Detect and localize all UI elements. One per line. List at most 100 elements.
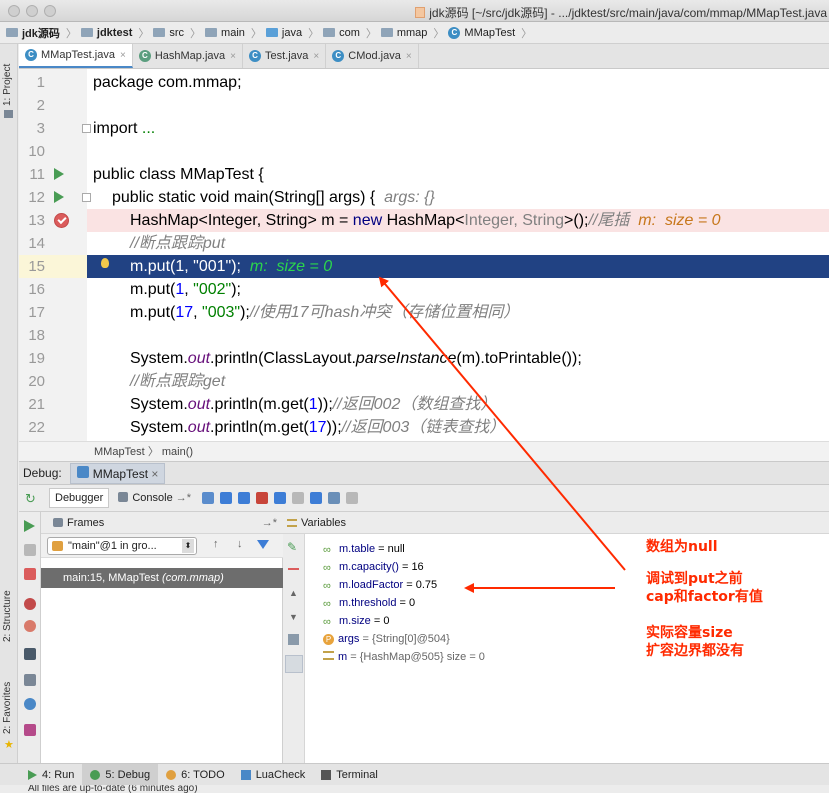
breadcrumb-item[interactable]: jdktest xyxy=(80,27,132,39)
console-tab[interactable]: Console →* xyxy=(113,489,196,507)
step-out-icon[interactable] xyxy=(274,492,287,504)
todo-icon xyxy=(166,769,177,780)
variable-row[interactable]: ∞ m.loadFactor = 0.75 xyxy=(323,576,437,594)
code-line: 12 public static void main(String[] args)… xyxy=(28,189,435,206)
breadcrumb-item[interactable]: mmap xyxy=(380,27,427,39)
step-over-icon[interactable] xyxy=(220,492,233,504)
debug-tool-button[interactable]: 5: Debug xyxy=(82,763,159,786)
copy-icon[interactable] xyxy=(288,634,299,645)
debug-toolbar: ↻ Debugger Console →* xyxy=(19,485,829,512)
fold-icon[interactable] xyxy=(82,124,91,133)
variable-row[interactable]: ∞ m.threshold = 0 xyxy=(323,594,415,612)
zoom-window-button[interactable] xyxy=(44,5,56,17)
trace-icon[interactable] xyxy=(346,492,359,504)
star-icon: ★ xyxy=(4,739,14,751)
class-icon: C xyxy=(332,50,345,62)
favorites-tool-button[interactable]: 2: Favorites xyxy=(2,682,13,734)
project-tool-button[interactable]: 1: Project xyxy=(2,64,13,106)
breadcrumb-item[interactable]: C MMapTest xyxy=(448,26,515,39)
remove-watch-icon[interactable] xyxy=(288,568,299,570)
breadcrumb-item[interactable]: main xyxy=(205,27,245,39)
view-breakpoints-icon[interactable] xyxy=(24,598,36,610)
minimize-window-button[interactable] xyxy=(26,5,38,17)
move-up-icon[interactable]: ▲ xyxy=(289,588,298,598)
stop-icon[interactable] xyxy=(24,568,36,580)
resume-icon[interactable] xyxy=(24,520,35,532)
variable-row[interactable]: ∞ m.capacity() = 16 xyxy=(323,558,424,576)
run-tool-button[interactable]: 4: Run xyxy=(20,764,82,786)
breakpoint-icon[interactable] xyxy=(54,213,69,228)
code-line: 13 HashMap<Integer, String> m = new HashM… xyxy=(28,212,721,229)
move-down-icon[interactable]: ▼ xyxy=(289,612,298,622)
luacheck-tool-button[interactable]: LuaCheck xyxy=(233,764,314,786)
new-watch-icon[interactable]: ✎ xyxy=(287,540,297,554)
close-tab-icon[interactable]: × xyxy=(230,51,236,62)
watches-toggle-icon[interactable] xyxy=(285,655,303,673)
breadcrumb-item[interactable]: java xyxy=(265,27,302,39)
close-tab-icon[interactable]: × xyxy=(313,51,319,62)
variable-row[interactable]: ∞ m.table = null xyxy=(323,540,405,558)
code-editor[interactable]: 1 package com.mmap; 2 3 import ... 10 11 pu… xyxy=(19,69,829,441)
tab-test[interactable]: C Test.java × xyxy=(243,44,327,68)
variable-row[interactable]: m = {HashMap@505} size = 0 xyxy=(323,648,485,666)
pause-icon[interactable] xyxy=(24,544,36,556)
close-window-button[interactable] xyxy=(8,5,20,17)
debugger-tab[interactable]: Debugger xyxy=(49,488,110,508)
show-execution-point-icon[interactable] xyxy=(202,492,215,504)
variable-row[interactable]: ∞ m.size = 0 xyxy=(323,612,389,630)
breadcrumb-class[interactable]: MMapTest xyxy=(94,446,145,458)
chevron-right-icon: 〉 xyxy=(308,27,320,40)
breadcrumb-item[interactable]: src xyxy=(153,27,184,39)
run-to-cursor-icon[interactable] xyxy=(310,492,323,504)
annotation-cap-factor: cap和factor有值 xyxy=(646,589,763,605)
drop-frame-icon[interactable] xyxy=(292,492,305,504)
rerun-icon[interactable]: ↻ xyxy=(25,492,38,505)
lightbulb-icon[interactable] xyxy=(101,258,109,268)
breadcrumb-item[interactable]: com xyxy=(323,27,360,39)
variable-row[interactable]: Pargs = {String[0]@504} xyxy=(323,630,450,648)
module-folder-icon xyxy=(80,28,93,37)
class-icon: C xyxy=(138,50,151,62)
terminal-tool-button[interactable]: Terminal xyxy=(313,764,386,786)
variables-header: Variables xyxy=(283,512,829,534)
pin-icon[interactable] xyxy=(24,724,36,736)
close-tab-icon[interactable]: × xyxy=(406,51,412,62)
close-tab-icon[interactable]: × xyxy=(120,50,126,61)
tab-hashmap[interactable]: C HashMap.java × xyxy=(133,44,243,68)
code-line: 16 m.put(1, "002"); xyxy=(28,281,241,298)
breadcrumb-item[interactable]: jdk源码 xyxy=(6,25,60,41)
folder-icon xyxy=(153,28,166,37)
settings-icon[interactable] xyxy=(24,698,36,710)
fold-icon[interactable] xyxy=(82,193,91,202)
camera-icon[interactable] xyxy=(24,648,36,660)
thread-icon xyxy=(52,541,63,551)
chevron-right-icon: 〉 xyxy=(147,446,162,458)
run-class-icon[interactable] xyxy=(54,168,64,180)
arrow-up-icon[interactable]: ↑ xyxy=(213,538,219,550)
chevron-right-icon: 〉 xyxy=(433,27,445,40)
filter-icon[interactable] xyxy=(257,540,269,549)
tab-cmod[interactable]: C CMod.java × xyxy=(326,44,419,68)
thread-dropdown[interactable]: "main"@1 in gro... ⬍ xyxy=(47,537,197,555)
frames-header: Frames →* xyxy=(41,512,283,534)
structure-tool-button[interactable]: 2: Structure xyxy=(2,590,13,642)
tab-mmaptest[interactable]: C MMapTest.java × xyxy=(19,44,133,68)
code-line: 11 public class MMapTest { xyxy=(29,166,264,183)
step-into-icon[interactable] xyxy=(238,492,251,504)
watch-icon: ∞ xyxy=(323,580,331,592)
code-line: 10 xyxy=(28,143,45,160)
layout-icon[interactable] xyxy=(24,674,36,686)
file-icon xyxy=(415,7,426,18)
evaluate-expression-icon[interactable] xyxy=(328,492,341,504)
annotation-threshold: 扩容边界都没有 xyxy=(646,643,744,659)
stack-frame-selected[interactable]: main:15, MMapTest (com.mmap) xyxy=(41,568,283,588)
todo-tool-button[interactable]: 6: TODO xyxy=(158,764,233,786)
expand-icon[interactable]: →* xyxy=(262,512,277,534)
force-step-into-icon[interactable] xyxy=(256,492,269,504)
arrow-down-icon[interactable]: ↓ xyxy=(237,538,243,550)
close-session-icon[interactable]: × xyxy=(151,467,158,481)
debug-session-tab[interactable]: MMapTest × xyxy=(69,462,166,484)
mute-breakpoints-icon[interactable] xyxy=(24,620,36,632)
breadcrumb-method[interactable]: main() xyxy=(162,446,193,458)
run-main-icon[interactable] xyxy=(54,191,64,203)
